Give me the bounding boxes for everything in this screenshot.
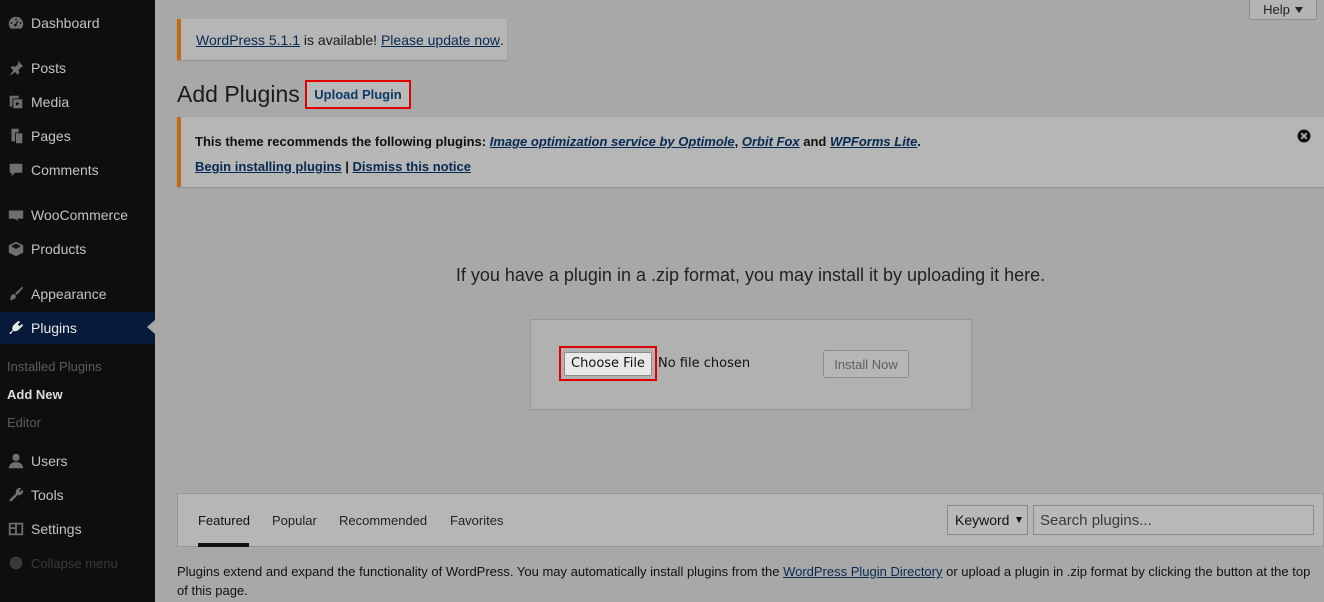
upload-plugin-button[interactable]: Upload Plugin (305, 80, 411, 109)
menu-label: WooCommerce (31, 207, 128, 223)
wpforms-lite-link[interactable]: WPForms Lite (830, 134, 917, 149)
notice-separator: and (799, 134, 830, 149)
theme-recommendation-notice: This theme recommends the following plug… (177, 117, 1324, 187)
upload-instructions: If you have a plugin in a .zip format, y… (455, 265, 1046, 285)
media-icon (0, 93, 31, 111)
help-tab[interactable]: Help (1249, 0, 1317, 20)
comments-icon (0, 161, 31, 179)
update-notice: WordPress 5.1.1 is available! Please upd… (177, 19, 507, 60)
menu-label: Appearance (31, 286, 107, 302)
current-tab-indicator (198, 543, 249, 547)
search-type-value: Keyword (955, 512, 1010, 528)
menu-label: Dashboard (31, 15, 100, 31)
current-menu-arrow (147, 320, 155, 334)
notice-end: . (917, 134, 921, 149)
file-status: No file chosen (658, 356, 751, 371)
submenu-add-new[interactable]: Add New (7, 387, 63, 402)
chevron-down-icon (1016, 517, 1022, 523)
please-update-link[interactable]: Please update now (381, 32, 500, 48)
menu-item-tools[interactable]: Tools (0, 480, 155, 510)
menu-item-media[interactable]: Media (0, 87, 155, 117)
notice-line: This theme recommends the following plug… (195, 134, 1324, 149)
page-title: Add Plugins (177, 81, 300, 107)
menu-item-plugins[interactable]: Plugins (0, 312, 155, 344)
products-icon (0, 240, 31, 258)
menu-label: Plugins (31, 320, 77, 336)
users-icon (0, 452, 31, 470)
plugins-description: Plugins extend and expand the functional… (177, 562, 1324, 600)
tab-recommended[interactable]: Recommended (339, 494, 427, 546)
plugin-icon (0, 319, 31, 337)
pin-icon (0, 59, 31, 77)
search-plugins-input[interactable] (1033, 505, 1314, 535)
menu-item-woocommerce[interactable]: WooCommerce (0, 200, 155, 230)
wrench-icon (0, 486, 31, 504)
collapse-menu[interactable]: Collapse menu (0, 553, 155, 573)
choose-file-button[interactable]: Choose File (559, 346, 657, 381)
brush-icon (0, 285, 31, 303)
menu-item-users[interactable]: Users (0, 446, 155, 476)
menu-label: Settings (31, 521, 82, 537)
notice-separator: , (734, 134, 742, 149)
submenu-editor[interactable]: Editor (7, 415, 41, 430)
update-notice-text: is available! (300, 31, 381, 48)
optimole-link[interactable]: Image optimization service by Optimole (490, 134, 735, 149)
notice-prefix: This theme recommends the following plug… (195, 134, 490, 149)
pages-icon (0, 127, 31, 145)
menu-label: Comments (31, 162, 99, 178)
plugin-filter-bar: Featured Popular Recommended Favorites K… (177, 493, 1324, 547)
woocommerce-icon (0, 206, 31, 224)
install-now-button[interactable]: Install Now (823, 350, 909, 378)
chevron-down-icon (1294, 6, 1303, 13)
menu-label: Media (31, 94, 70, 110)
menu-item-dashboard[interactable]: Dashboard (0, 8, 155, 38)
dashboard-icon (0, 14, 31, 32)
settings-icon (0, 520, 31, 538)
tab-popular[interactable]: Popular (272, 494, 317, 546)
collapse-icon (0, 555, 31, 571)
menu-label: Users (31, 453, 68, 469)
menu-item-comments[interactable]: Comments (0, 155, 155, 185)
notice-actions: Begin installing plugins | Dismiss this … (195, 159, 1324, 174)
update-notice-end: . (500, 31, 504, 48)
close-icon[interactable] (1297, 129, 1311, 143)
upload-plugin-label: Upload Plugin (314, 87, 402, 102)
admin-sidebar: Dashboard Posts Media Pages Comments Woo… (0, 0, 155, 602)
choose-file-label: Choose File (564, 351, 652, 376)
menu-item-appearance[interactable]: Appearance (0, 279, 155, 309)
tab-favorites[interactable]: Favorites (450, 494, 503, 546)
notice-separator: | (341, 159, 353, 174)
menu-label: Pages (31, 128, 71, 144)
begin-installing-link[interactable]: Begin installing plugins (195, 159, 342, 174)
plugin-directory-link[interactable]: WordPress Plugin Directory (783, 564, 942, 579)
search-type-select[interactable]: Keyword (947, 505, 1028, 535)
menu-item-products[interactable]: Products (0, 234, 155, 264)
menu-item-pages[interactable]: Pages (0, 121, 155, 151)
menu-item-settings[interactable]: Settings (0, 514, 155, 544)
description-text: Plugins extend and expand the functional… (177, 564, 784, 579)
collapse-label: Collapse menu (31, 555, 118, 571)
wordpress-version-link[interactable]: WordPress 5.1.1 (196, 32, 300, 48)
orbit-fox-link[interactable]: Orbit Fox (742, 134, 800, 149)
dismiss-notice-link[interactable]: Dismiss this notice (353, 159, 471, 174)
menu-item-posts[interactable]: Posts (0, 53, 155, 83)
submenu-installed-plugins[interactable]: Installed Plugins (7, 359, 102, 374)
menu-label: Tools (31, 487, 64, 503)
help-label: Help (1263, 2, 1290, 17)
menu-label: Products (31, 241, 87, 257)
menu-label: Posts (31, 60, 67, 76)
tab-featured[interactable]: Featured (198, 494, 250, 546)
